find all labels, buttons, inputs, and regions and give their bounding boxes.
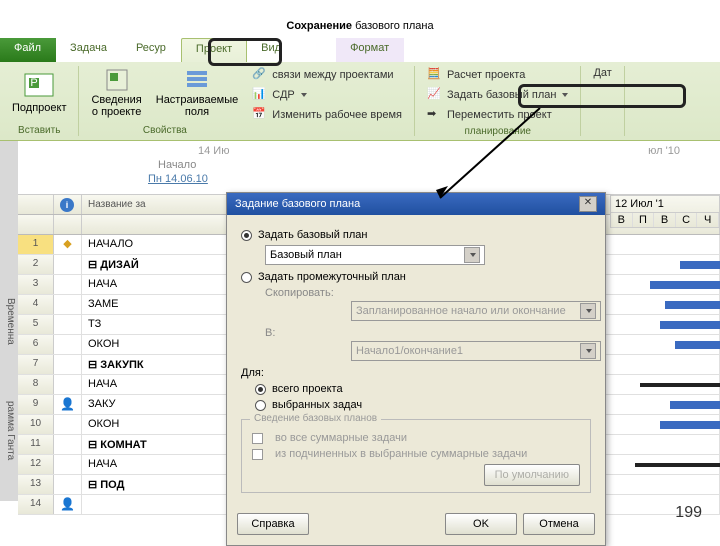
calculate-button[interactable]: 🧮Расчет проекта: [423, 66, 529, 84]
radio-for-all[interactable]: всего проекта: [255, 383, 591, 395]
custom-fields-button[interactable]: Настраиваемые поля: [152, 66, 243, 120]
subproject-button[interactable]: P Подпроект: [8, 66, 70, 116]
cancel-button[interactable]: Отмена: [523, 513, 595, 535]
check-all-summary: во все суммарные задачи: [252, 432, 580, 444]
group-props-label: Свойства: [143, 125, 187, 136]
row-number[interactable]: 3: [18, 275, 54, 294]
row-number[interactable]: 11: [18, 435, 54, 454]
tab-resource[interactable]: Ресур: [122, 38, 181, 62]
tab-format[interactable]: Формат: [336, 38, 404, 62]
links-icon: 🔗: [252, 67, 268, 83]
row-number[interactable]: 8: [18, 375, 54, 394]
indicator-cell: 👤: [54, 395, 82, 414]
radio-set-interim[interactable]: Задать промежуточный план: [241, 271, 591, 283]
indicator-cell: ◆: [54, 235, 82, 254]
baseline-icon: 📈: [427, 87, 443, 103]
date-label: Дат: [589, 66, 615, 80]
timeline: 14 Ию Начало Пн 14.06.10 юл '10: [18, 141, 720, 195]
row-number[interactable]: 5: [18, 315, 54, 334]
gantt-vbar: рамма Ганта: [0, 361, 18, 501]
indicator-cell: [54, 315, 82, 334]
copy-label: Скопировать:: [265, 287, 345, 299]
move-icon: ➡: [427, 107, 443, 123]
for-label: Для:: [241, 367, 591, 379]
ok-button[interactable]: OK: [445, 513, 517, 535]
help-button[interactable]: Справка: [237, 513, 309, 535]
row-number[interactable]: 12: [18, 455, 54, 474]
gantt-bars: [612, 255, 720, 475]
chevron-down-icon: [301, 93, 307, 97]
baseline-combo[interactable]: Базовый план: [265, 245, 485, 265]
info-icon: i: [60, 198, 74, 212]
row-number[interactable]: 9: [18, 395, 54, 414]
slide-number: 199: [675, 504, 702, 522]
tab-file[interactable]: Файл: [0, 38, 56, 62]
indicator-cell: [54, 375, 82, 394]
subproject-icon: P: [23, 68, 55, 100]
defaults-button: По умолчанию: [484, 464, 580, 486]
ribbon-tabs: Файл Задача Ресур Проект Вид Формат: [0, 38, 720, 62]
chevron-down-icon: [464, 247, 480, 263]
to-label: В:: [265, 327, 345, 339]
row-number[interactable]: 1: [18, 235, 54, 254]
project-info-button[interactable]: Сведения о проекте: [87, 66, 145, 120]
baseline-dialog: Задание базового плана ✕ Задать базовый …: [226, 192, 606, 546]
slide-title: Сохранение базового плана: [0, 0, 720, 38]
row-number[interactable]: 10: [18, 415, 54, 434]
indicator-cell: [54, 255, 82, 274]
gantt-header: 12 Июл '1 ВПВСЧ: [610, 195, 720, 228]
radio-for-selected[interactable]: выбранных задач: [255, 399, 591, 411]
rollup-fieldset: Сведение базовых планов во все суммарные…: [241, 419, 591, 493]
info-icon: [105, 68, 129, 92]
change-worktime-button[interactable]: 📅Изменить рабочее время: [248, 106, 406, 124]
wbs-icon: 📊: [252, 87, 268, 103]
to-combo: Начало1/окончание1: [351, 341, 601, 361]
indicator-cell: [54, 355, 82, 374]
row-number[interactable]: 2: [18, 255, 54, 274]
group-insert-label: Вставить: [18, 125, 60, 136]
indicator-cell: [54, 475, 82, 494]
project-links-button[interactable]: 🔗связи между проектами: [248, 66, 397, 84]
row-number[interactable]: 4: [18, 295, 54, 314]
dialog-titlebar[interactable]: Задание базового плана ✕: [227, 193, 605, 215]
fields-icon: [185, 68, 209, 92]
annotation-box-baseline: [518, 84, 686, 108]
checkbox-icon: [252, 449, 263, 460]
radio-icon: [255, 384, 266, 395]
indicator-cell: [54, 275, 82, 294]
copy-combo: Запланированное начало или окончание: [351, 301, 601, 321]
annotation-box-tab: [208, 38, 282, 66]
indicator-cell: [54, 295, 82, 314]
row-number[interactable]: 14: [18, 495, 54, 514]
row-number[interactable]: 7: [18, 355, 54, 374]
indicator-cell: [54, 415, 82, 434]
row-number[interactable]: 6: [18, 335, 54, 354]
calendar-icon: 📅: [252, 107, 268, 123]
radio-icon: [241, 230, 252, 241]
move-project-button[interactable]: ➡Переместить проект: [423, 106, 556, 124]
calc-icon: 🧮: [427, 67, 443, 83]
indicator-cell: 👤: [54, 495, 82, 514]
checkbox-icon: [252, 433, 263, 444]
radio-icon: [255, 400, 266, 411]
radio-icon: [241, 272, 252, 283]
indicator-cell: [54, 435, 82, 454]
wbs-button[interactable]: 📊СДР: [248, 86, 311, 104]
tab-task[interactable]: Задача: [56, 38, 122, 62]
row-number[interactable]: 13: [18, 475, 54, 494]
close-button[interactable]: ✕: [579, 196, 597, 212]
indicator-cell: [54, 455, 82, 474]
ribbon: Файл Задача Ресур Проект Вид Формат P По…: [0, 38, 720, 141]
svg-text:P: P: [31, 77, 38, 89]
group-plan-label: планирование: [465, 126, 531, 137]
indicator-cell: [54, 335, 82, 354]
check-from-sub: из подчиненных в выбранные суммарные зад…: [252, 448, 580, 460]
radio-set-baseline[interactable]: Задать базовый план: [241, 229, 591, 241]
